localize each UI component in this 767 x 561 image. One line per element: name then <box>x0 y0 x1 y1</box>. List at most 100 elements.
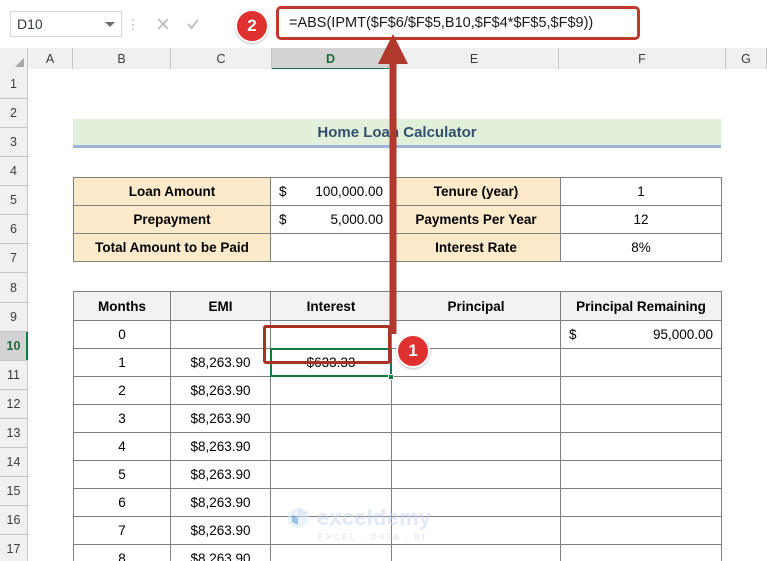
table-row <box>391 488 561 517</box>
table-row <box>270 488 392 517</box>
table-row: 1 <box>73 348 171 377</box>
excel-worksheet-screenshot: D10 ⋮ =ABS(IPMT($F$6/$F$5,B10,$F$4*$F$5,… <box>0 0 767 561</box>
chevron-down-icon[interactable] <box>105 21 115 27</box>
formula-input-container: =ABS(IPMT($F$6/$F$5,B10,$F$4*$F$5,$F$9)) <box>276 6 640 40</box>
row-header-10[interactable]: 10 <box>0 332 28 361</box>
fill-handle[interactable] <box>388 374 394 380</box>
table-row <box>270 460 392 489</box>
currency-amount: 95,000.00 <box>652 327 713 342</box>
table-header-principal: Principal <box>391 291 561 321</box>
formula-bar-strip: D10 ⋮ =ABS(IPMT($F$6/$F$5,B10,$F$4*$F$5,… <box>0 0 767 48</box>
row-header-11[interactable]: 11 <box>0 361 27 390</box>
row-header-5[interactable]: 5 <box>0 186 27 215</box>
table-row <box>560 488 722 517</box>
column-header-a[interactable]: A <box>28 48 73 69</box>
column-header-f[interactable]: F <box>559 48 726 69</box>
row-header-3[interactable]: 3 <box>0 128 27 157</box>
table-row: $8,263.90 <box>170 432 271 461</box>
column-header-row: A B C D E F G <box>0 48 767 70</box>
table-row <box>270 376 392 405</box>
row-header-16[interactable]: 16 <box>0 506 27 535</box>
table-row <box>560 432 722 461</box>
column-header-b[interactable]: B <box>73 48 171 69</box>
table-row: 7 <box>73 516 171 545</box>
table-row <box>560 460 722 489</box>
worksheet-grid: A B C D E F G 1 2 3 4 5 6 7 8 9 10 11 12… <box>0 48 767 561</box>
summary-label-prepayment: Prepayment <box>73 205 271 234</box>
table-row: 0 <box>73 320 171 349</box>
sheet-title: Home Loan Calculator <box>73 119 721 148</box>
sheet-cells: Home Loan Calculator Loan Amount $ 100,0… <box>28 69 767 561</box>
summary-value-prepayment: $ 5,000.00 <box>270 205 392 234</box>
table-row: $8,263.90 <box>170 376 271 405</box>
table-row: 5 <box>73 460 171 489</box>
table-row <box>560 544 722 561</box>
table-row <box>391 404 561 433</box>
row-header-9[interactable]: 9 <box>0 303 27 332</box>
table-row <box>391 376 561 405</box>
name-box[interactable]: D10 <box>10 11 122 37</box>
summary-value-payments-per-year: 12 <box>560 205 722 234</box>
currency-symbol: $ <box>279 184 287 199</box>
row-header-17[interactable]: 17 <box>0 535 27 561</box>
column-header-e[interactable]: E <box>390 48 559 69</box>
table-row: 6 <box>73 488 171 517</box>
column-header-c[interactable]: C <box>171 48 272 69</box>
table-row <box>391 544 561 561</box>
name-box-value: D10 <box>17 16 43 32</box>
summary-label-total-amount: Total Amount to be Paid <box>73 233 271 262</box>
table-row: 2 <box>73 376 171 405</box>
table-row <box>270 404 392 433</box>
select-all-corner[interactable] <box>0 48 28 69</box>
currency-cell: $ 95,000.00 <box>561 321 721 348</box>
row-header-1[interactable]: 1 <box>0 69 27 99</box>
column-header-g[interactable]: G <box>726 48 767 69</box>
table-row <box>391 516 561 545</box>
table-row: 4 <box>73 432 171 461</box>
active-cell-d10[interactable]: $633.33 <box>270 348 392 377</box>
currency-symbol: $ <box>569 327 577 342</box>
row-header-13[interactable]: 13 <box>0 419 27 448</box>
table-header-months: Months <box>73 291 171 321</box>
table-header-emi: EMI <box>170 291 271 321</box>
annotation-badge-1: 1 <box>396 334 430 368</box>
formula-bar-actions <box>144 11 210 37</box>
table-row <box>270 516 392 545</box>
summary-label-interest-rate: Interest Rate <box>391 233 561 262</box>
table-row <box>391 460 561 489</box>
table-row: $8,263.90 <box>170 488 271 517</box>
check-icon[interactable] <box>186 17 200 31</box>
table-row: $8,263.90 <box>170 460 271 489</box>
summary-value-interest-rate: 8% <box>560 233 722 262</box>
close-x-icon[interactable] <box>156 17 170 31</box>
annotation-badge-2: 2 <box>235 9 269 43</box>
table-row: $8,263.90 <box>170 544 271 561</box>
row-header-15[interactable]: 15 <box>0 477 27 506</box>
table-row: $ 95,000.00 <box>560 320 722 349</box>
summary-value-loan-amount: $ 100,000.00 <box>270 177 392 206</box>
table-row: $8,263.90 <box>170 348 271 377</box>
row-header-12[interactable]: 12 <box>0 390 27 419</box>
table-row <box>560 404 722 433</box>
select-all-triangle-icon <box>15 58 24 67</box>
formula-input[interactable]: =ABS(IPMT($F$6/$F$5,B10,$F$4*$F$5,$F$9)) <box>289 6 632 40</box>
currency-amount: 100,000.00 <box>315 184 383 199</box>
row-header-7[interactable]: 7 <box>0 244 27 273</box>
table-row: $8,263.90 <box>170 404 271 433</box>
row-header-14[interactable]: 14 <box>0 448 27 477</box>
table-header-principal-remaining: Principal Remaining <box>560 291 722 321</box>
table-row: 3 <box>73 404 171 433</box>
row-header-4[interactable]: 4 <box>0 157 27 186</box>
table-row: 8 <box>73 544 171 561</box>
row-header-6[interactable]: 6 <box>0 215 27 244</box>
column-header-d[interactable]: D <box>272 48 390 70</box>
table-row <box>270 320 392 349</box>
currency-cell: $ 100,000.00 <box>271 178 391 205</box>
currency-symbol: $ <box>279 212 287 227</box>
row-header-column: 1 2 3 4 5 6 7 8 9 10 11 12 13 14 15 16 1… <box>0 69 28 561</box>
row-header-2[interactable]: 2 <box>0 99 27 128</box>
table-row: $8,263.90 <box>170 516 271 545</box>
row-header-8[interactable]: 8 <box>0 273 27 303</box>
vertical-dots-icon: ⋮ <box>126 16 140 32</box>
table-row <box>560 376 722 405</box>
